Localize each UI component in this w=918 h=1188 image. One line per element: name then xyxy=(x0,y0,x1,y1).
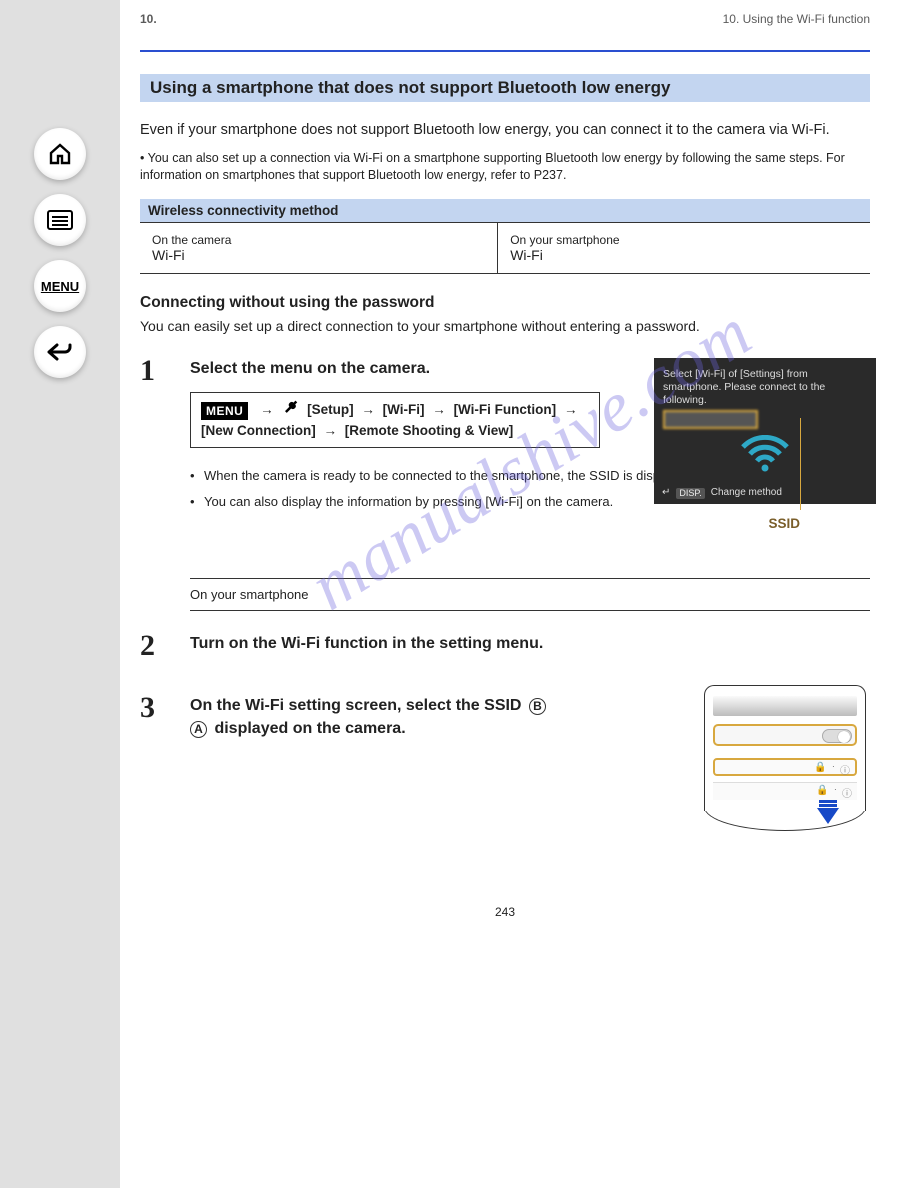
step-2-number: 2 xyxy=(140,629,155,663)
section-title: Using a smartphone that does not support… xyxy=(140,74,870,102)
toc-button[interactable] xyxy=(34,194,86,246)
wifi-icon xyxy=(663,435,867,473)
back-arrow-icon: ↵ xyxy=(662,487,670,500)
menu-path-box: MENU → [Setup] → [Wi-Fi] → [Wi-Fi Functi… xyxy=(190,392,600,448)
wireless-method-box: Wireless connectivity method On the came… xyxy=(140,199,870,274)
wifi-toggle-row xyxy=(713,724,857,746)
wifi-strength-icon: ⋅ xyxy=(832,762,835,777)
menu-path-d: [Remote Shooting & View] xyxy=(345,423,514,438)
menu-badge: MENU xyxy=(201,402,248,420)
continue-arrow-icon xyxy=(814,798,842,829)
intro-body: Even if your smartphone does not support… xyxy=(140,120,870,142)
left-rail: MENU xyxy=(0,0,120,1188)
camera-screen-text: Select [Wi-Fi] of [Settings] from smartp… xyxy=(663,368,867,407)
camera-bottom-bar: ↵ DISP. Change method xyxy=(654,487,876,500)
chapter-header: 10. 10. Using the Wi-Fi function xyxy=(140,12,870,26)
step-1: 1 Select the menu on the camera. MENU → … xyxy=(140,358,870,538)
ssid-pointer-line xyxy=(800,418,801,510)
marker-b-inline: B xyxy=(529,698,546,715)
marker-a-inline: A xyxy=(190,721,207,738)
disp-label: DISP. xyxy=(676,488,704,499)
subsection-lead: You can easily set up a direct connectio… xyxy=(140,318,870,334)
setup-icon xyxy=(285,400,299,420)
chapter-num: 10. xyxy=(140,12,157,26)
page-content: 10. 10. Using the Wi-Fi function Using a… xyxy=(120,0,890,979)
step-1-number: 1 xyxy=(140,354,155,388)
step-2-title: Turn on the Wi-Fi function in the settin… xyxy=(190,633,870,655)
phone-header-bar xyxy=(713,696,857,716)
subsection-heading: Connecting without using the password xyxy=(140,294,870,312)
cell2-header: On your smartphone xyxy=(510,233,858,247)
chapter-running-head: 10. Using the Wi-Fi function xyxy=(723,12,870,26)
ssid-callout: SSID xyxy=(768,516,800,531)
toc-icon xyxy=(47,210,73,230)
menu-path-group: [Setup] xyxy=(307,402,354,417)
on-smartphone-label: On your smartphone xyxy=(190,587,870,602)
cell1-value: Wi-Fi xyxy=(152,247,485,263)
menu-path-c: [New Connection] xyxy=(201,423,316,438)
menu-path-a: [Wi-Fi] xyxy=(383,402,425,417)
step-2: 2 Turn on the Wi-Fi function in the sett… xyxy=(140,633,870,655)
step-2-rule-bottom xyxy=(190,610,870,611)
back-icon xyxy=(47,342,73,362)
menu-path-b: [Wi-Fi Function] xyxy=(454,402,557,417)
header-rule xyxy=(140,50,870,52)
menu-button[interactable]: MENU xyxy=(34,260,86,312)
back-button[interactable] xyxy=(34,326,86,378)
ssid-indicator-box xyxy=(663,410,758,429)
camera-screen-mock: Select [Wi-Fi] of [Settings] from smartp… xyxy=(654,358,876,504)
info-icon: ⓘ xyxy=(840,762,850,777)
menu-button-label: MENU xyxy=(41,279,79,294)
cell2-value: Wi-Fi xyxy=(510,247,858,263)
page-number: 243 xyxy=(140,905,870,919)
step-3-number: 3 xyxy=(140,691,155,725)
home-button[interactable] xyxy=(34,128,86,180)
intro-note: • You can also set up a connection via W… xyxy=(140,150,870,185)
wireless-box-title: Wireless connectivity method xyxy=(140,199,870,222)
cell1-header: On the camera xyxy=(152,233,485,247)
disp-text: Change method xyxy=(711,487,782,500)
wifi-ssid-row: 🔒 ⋅ ⓘ xyxy=(713,758,857,776)
wifi-toggle-knob xyxy=(822,729,852,743)
home-icon xyxy=(48,142,72,166)
step-2-rule-top xyxy=(190,578,870,579)
page-ref-link[interactable]: P237 xyxy=(534,168,563,182)
step-3: 3 On the Wi-Fi setting screen, select th… xyxy=(140,695,870,815)
lock-icon: 🔒 xyxy=(814,762,826,777)
